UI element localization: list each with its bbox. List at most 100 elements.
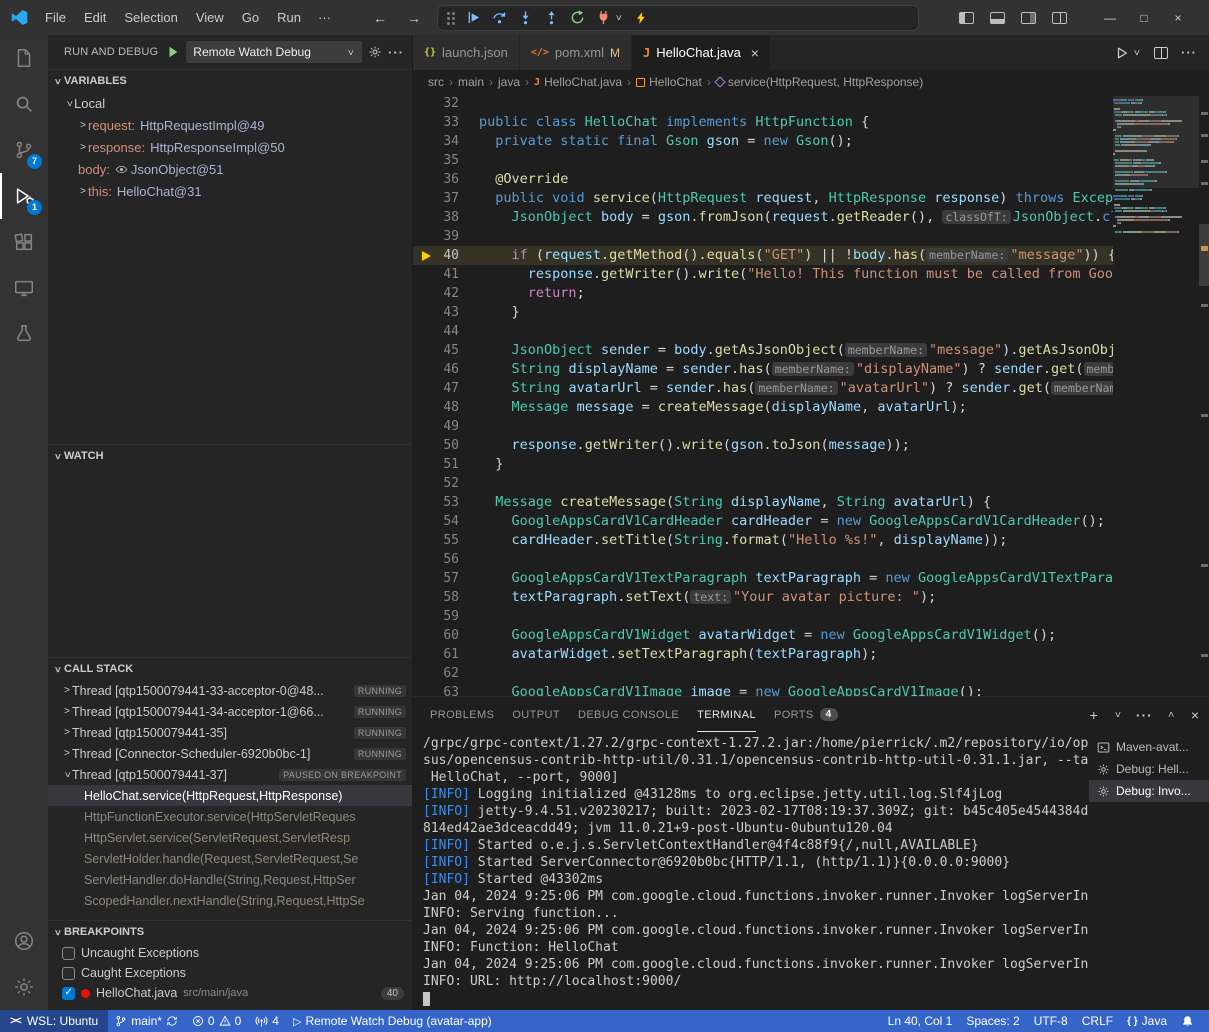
- code-line[interactable]: 57 GoogleAppsCardV1TextParagraph textPar…: [413, 569, 1113, 588]
- language-status[interactable]: { } Java: [1120, 1010, 1174, 1032]
- code-line[interactable]: 33public class HelloChat implements Http…: [413, 113, 1113, 132]
- editor-more-actions-icon[interactable]: ···: [1181, 45, 1197, 60]
- callstack-frame-row[interactable]: HttpServlet.service(ServletRequest,Servl…: [48, 827, 412, 848]
- maximize-panel-icon[interactable]: >: [1166, 710, 1177, 720]
- debug-step-into-button[interactable]: [518, 10, 533, 25]
- activitybar-account[interactable]: [0, 918, 48, 964]
- debug-continue-button[interactable]: [466, 10, 481, 25]
- callstack-frame-row[interactable]: ServletHandler.doHandle(String,Request,H…: [48, 869, 412, 890]
- code-line[interactable]: 42 return;: [413, 284, 1113, 303]
- callstack-thread-row[interactable]: >Thread [qtp1500079441-35]RUNNING: [48, 722, 412, 743]
- menu-view[interactable]: View: [187, 7, 233, 29]
- debug-restart-button[interactable]: [570, 10, 585, 25]
- activitybar-explorer[interactable]: [0, 35, 48, 81]
- notifications-status[interactable]: [1174, 1010, 1201, 1032]
- code-line[interactable]: 44: [413, 322, 1113, 341]
- code-line[interactable]: 54 GoogleAppsCardV1CardHeader cardHeader…: [413, 512, 1113, 531]
- line-number[interactable]: 46: [413, 360, 479, 379]
- panel-tab-terminal[interactable]: TERMINAL: [697, 697, 756, 732]
- code-line[interactable]: 37 public void service(HttpRequest reque…: [413, 189, 1113, 208]
- nav-back-icon[interactable]: ←: [373, 10, 387, 26]
- checkbox[interactable]: [62, 947, 75, 960]
- forwarded-ports-status[interactable]: 4: [248, 1010, 286, 1032]
- watch-section-header[interactable]: > WATCH: [48, 445, 412, 467]
- callstack-thread-row[interactable]: >Thread [qtp1500079441-37]PAUSED ON BREA…: [48, 764, 412, 785]
- editor-scrollbar[interactable]: [1199, 224, 1209, 286]
- code-line[interactable]: 49: [413, 417, 1113, 436]
- debug-step-over-button[interactable]: [492, 10, 507, 25]
- line-number[interactable]: 32: [413, 94, 479, 113]
- code-line[interactable]: 45 JsonObject sender = body.getAsJsonObj…: [413, 341, 1113, 360]
- variable-row[interactable]: >response:HttpResponseImpl@50: [48, 136, 412, 158]
- code-line[interactable]: 53 Message createMessage(String displayN…: [413, 493, 1113, 512]
- line-number[interactable]: 47: [413, 379, 479, 398]
- code-editor[interactable]: 3233public class HelloChat implements Ht…: [413, 94, 1209, 696]
- code-line[interactable]: 38 JsonObject body = gson.fromJson(reque…: [413, 208, 1113, 227]
- new-terminal-button[interactable]: +: [1090, 707, 1098, 723]
- line-number[interactable]: 38: [413, 208, 479, 227]
- terminal-session[interactable]: Maven-avat...: [1089, 736, 1209, 758]
- minimize-button[interactable]: —: [1093, 11, 1127, 25]
- line-number[interactable]: 40: [413, 246, 479, 265]
- line-number[interactable]: 56: [413, 550, 479, 569]
- hot-code-replace-button[interactable]: [634, 11, 648, 25]
- variable-row[interactable]: >request:HttpRequestImpl@49: [48, 114, 412, 136]
- line-number[interactable]: 50: [413, 436, 479, 455]
- breakpoint-exception-row[interactable]: Uncaught Exceptions: [48, 943, 412, 963]
- nav-forward-icon[interactable]: →: [407, 10, 421, 26]
- line-number[interactable]: 61: [413, 645, 479, 664]
- activitybar-settings[interactable]: [0, 964, 48, 1010]
- line-number[interactable]: 55: [413, 531, 479, 550]
- line-number[interactable]: 57: [413, 569, 479, 588]
- menu-file[interactable]: File: [36, 7, 75, 29]
- code-line[interactable]: 62: [413, 664, 1113, 683]
- code-line[interactable]: 32: [413, 94, 1113, 113]
- code-line[interactable]: 48 Message message = createMessage(displ…: [413, 398, 1113, 417]
- code-line[interactable]: 46 String displayName = sender.has(membe…: [413, 360, 1113, 379]
- code-line[interactable]: 39: [413, 227, 1113, 246]
- code-line[interactable]: 40 if (request.getMethod().equals("GET")…: [413, 246, 1113, 265]
- toggle-panel-icon[interactable]: [990, 12, 1005, 24]
- line-number[interactable]: 53: [413, 493, 479, 512]
- code-line[interactable]: 52: [413, 474, 1113, 493]
- code-line[interactable]: 47 String avatarUrl = sender.has(memberN…: [413, 379, 1113, 398]
- variables-scope-local[interactable]: > Local: [48, 92, 412, 114]
- code-line[interactable]: 59: [413, 607, 1113, 626]
- eol-status[interactable]: CRLF: [1075, 1010, 1120, 1032]
- evaluate-lazy-icon[interactable]: [115, 163, 129, 176]
- breadcrumb-item[interactable]: service(HttpRequest, HttpResponse): [716, 75, 923, 89]
- menu-edit[interactable]: Edit: [75, 7, 115, 29]
- line-number[interactable]: 51: [413, 455, 479, 474]
- tab-launch.json[interactable]: {}launch.json: [413, 35, 520, 70]
- checkbox[interactable]: [62, 967, 75, 980]
- panel-more-actions-icon[interactable]: ···: [1136, 707, 1153, 723]
- activitybar-extensions[interactable]: [0, 219, 48, 265]
- line-number[interactable]: 49: [413, 417, 479, 436]
- line-number[interactable]: 59: [413, 607, 479, 626]
- split-editor-icon[interactable]: [1154, 47, 1168, 59]
- encoding-status[interactable]: UTF-8: [1027, 1010, 1075, 1032]
- activitybar-search[interactable]: [0, 81, 48, 127]
- indentation-status[interactable]: Spaces: 2: [959, 1010, 1026, 1032]
- line-number[interactable]: 62: [413, 664, 479, 683]
- panel-tab-debug-console[interactable]: DEBUG CONSOLE: [578, 697, 679, 732]
- toggle-secondary-sidebar-icon[interactable]: [1021, 12, 1036, 24]
- checkbox[interactable]: [62, 987, 75, 1000]
- activitybar-testing[interactable]: [0, 311, 48, 357]
- problems-status[interactable]: 0 0: [185, 1010, 248, 1032]
- panel-tab-problems[interactable]: PROBLEMS: [430, 697, 494, 732]
- code-line[interactable]: 51 }: [413, 455, 1113, 474]
- terminal-session[interactable]: Debug: Invo...: [1089, 780, 1209, 802]
- breadcrumb-item[interactable]: src: [428, 75, 444, 89]
- callstack-frame-row[interactable]: ServletHolder.handle(Request,ServletRequ…: [48, 848, 412, 869]
- terminal-session[interactable]: Debug: Hell...: [1089, 758, 1209, 780]
- line-number[interactable]: 60: [413, 626, 479, 645]
- callstack-frame-row[interactable]: ScopedHandler.nextHandle(String,Request,…: [48, 890, 412, 911]
- line-number[interactable]: 52: [413, 474, 479, 493]
- variables-section-header[interactable]: > VARIABLES: [48, 70, 412, 92]
- code-line[interactable]: 41 response.getWriter().write("Hello! Th…: [413, 265, 1113, 284]
- tab-pom.xml[interactable]: </>pom.xmlM: [520, 35, 632, 70]
- line-number[interactable]: 42: [413, 284, 479, 303]
- line-number[interactable]: 48: [413, 398, 479, 417]
- toggle-sidebar-icon[interactable]: [959, 12, 974, 24]
